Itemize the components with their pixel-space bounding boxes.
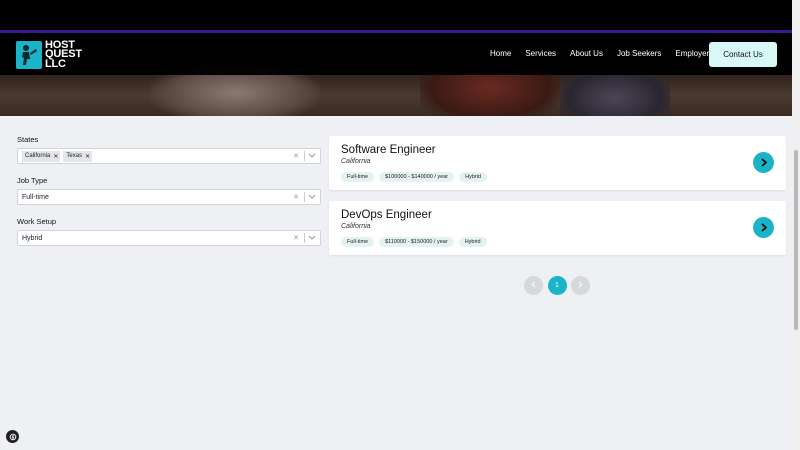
- nav-about-us[interactable]: About Us: [570, 49, 603, 58]
- main-nav: Home Services About Us Job Seekers Emplo…: [490, 49, 727, 58]
- nav-home[interactable]: Home: [490, 49, 511, 58]
- floating-action-icon[interactable]: [6, 430, 19, 443]
- state-chip: California ✕: [22, 150, 61, 162]
- next-page-button[interactable]: [571, 276, 590, 295]
- nav-job-seekers[interactable]: Job Seekers: [617, 49, 661, 58]
- clear-icon[interactable]: ✕: [293, 152, 299, 160]
- chevron-down-icon[interactable]: [308, 235, 316, 243]
- scrollbar-thumb[interactable]: [794, 150, 798, 330]
- job-type-tag: Full-time: [341, 172, 375, 182]
- job-location: California: [341, 223, 371, 230]
- job-type-select[interactable]: Full-time ✕: [17, 189, 321, 205]
- chevron-down-icon[interactable]: [308, 194, 316, 202]
- nav-services[interactable]: Services: [525, 49, 556, 58]
- work-setup-select[interactable]: Hybrid ✕: [17, 230, 321, 246]
- job-location: California: [341, 158, 371, 165]
- job-type-label: Job Type: [17, 176, 48, 185]
- pagination: 1: [524, 276, 595, 295]
- job-tags: Full-time $100000 - $140000 / year Hybri…: [341, 172, 492, 182]
- work-setup-tag: Hybrid: [459, 172, 487, 182]
- salary-tag: $100000 - $140000 / year: [379, 172, 455, 182]
- states-label: States: [17, 135, 39, 144]
- work-setup-value: Hybrid: [22, 234, 43, 242]
- job-title: Software Engineer: [341, 144, 436, 156]
- hero-banner: [0, 33, 792, 116]
- job-type-tag: Full-time: [341, 237, 375, 247]
- view-job-button[interactable]: [753, 217, 774, 238]
- state-chip: Texas ✕: [63, 150, 93, 162]
- contact-us-button[interactable]: Contact Us: [709, 42, 777, 67]
- states-select[interactable]: California ✕ Texas ✕ ✕: [17, 148, 321, 164]
- job-card[interactable]: Software Engineer California Full-time $…: [329, 136, 786, 190]
- top-black-bar: [0, 0, 792, 30]
- view-job-button[interactable]: [753, 152, 774, 173]
- clear-icon[interactable]: ✕: [293, 234, 299, 242]
- close-icon[interactable]: ✕: [85, 153, 90, 160]
- brand-name: HOST QUEST LLC: [45, 38, 82, 70]
- work-setup-label: Work Setup: [17, 217, 57, 226]
- nav-employers[interactable]: Employers: [675, 49, 713, 58]
- job-card[interactable]: DevOps Engineer California Full-time $11…: [329, 201, 786, 255]
- salary-tag: $110000 - $150000 / year: [379, 237, 454, 247]
- chevron-left-icon: [531, 281, 536, 290]
- chevron-down-icon[interactable]: [308, 153, 316, 161]
- brand-logo[interactable]: HOST QUEST LLC: [16, 40, 82, 70]
- arrow-right-icon: [760, 154, 768, 172]
- logo-icon: [16, 41, 42, 69]
- job-type-value: Full-time: [22, 193, 49, 201]
- page-button-current[interactable]: 1: [547, 276, 567, 295]
- work-setup-tag: Hybrid: [458, 237, 487, 247]
- clear-icon[interactable]: ✕: [293, 193, 299, 201]
- prev-page-button[interactable]: [524, 276, 543, 295]
- arrow-right-icon: [760, 219, 768, 237]
- chevron-right-icon: [578, 281, 583, 290]
- job-tags: Full-time $110000 - $150000 / year Hybri…: [341, 237, 492, 247]
- filters-panel: States California ✕ Texas ✕ ✕ Job Type F…: [17, 135, 321, 258]
- job-title: DevOps Engineer: [341, 209, 432, 221]
- close-icon[interactable]: ✕: [53, 153, 58, 160]
